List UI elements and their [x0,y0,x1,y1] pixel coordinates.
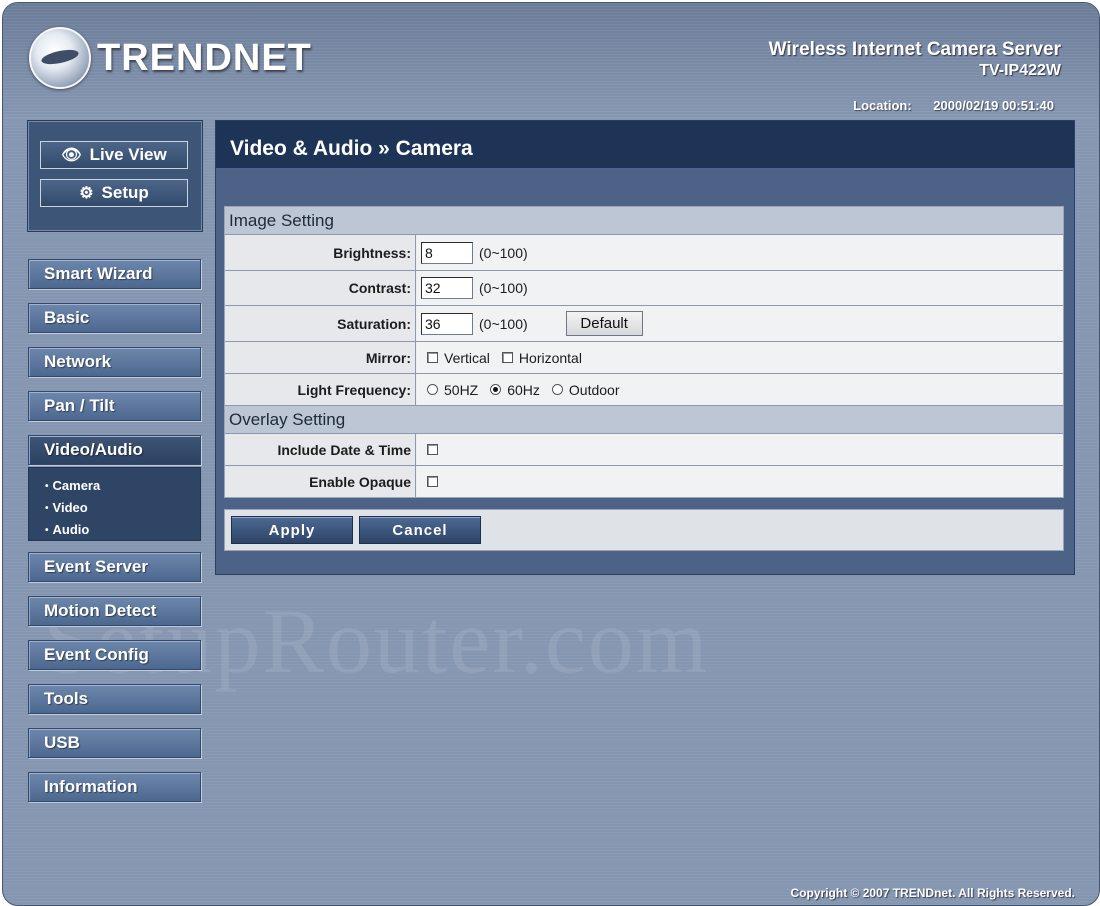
mirror-row: Mirror: Vertical Horizontal [225,342,1063,374]
overlay-setting-header: Overlay Setting [225,406,1063,434]
saturation-range: (0~100) [479,315,528,332]
contrast-range: (0~100) [479,280,528,296]
light-60hz-label: 60Hz [507,381,540,398]
gear-icon: ⚙ [79,185,94,202]
nav-information[interactable]: Information [28,772,201,802]
light-frequency-label: Light Frequency: [225,374,416,405]
saturation-input[interactable] [421,312,473,335]
light-60hz-radio[interactable] [490,384,502,395]
setup-label: Setup [101,183,149,202]
product-title: Wireless Internet Camera Server TV-IP422… [769,39,1061,80]
camera-settings-table: Image Setting Brightness: (0~100) Contra… [224,206,1064,498]
nav-tools[interactable]: Tools [28,684,201,714]
subnav-video[interactable]: Video [45,500,88,515]
nav-event-server[interactable]: Event Server [28,552,201,582]
light-50hz-radio[interactable] [427,384,438,395]
nav-network[interactable]: Network [28,347,201,377]
page-frame: TRENDNET Wireless Internet Camera Server… [2,2,1100,906]
globe-logo-icon [29,27,91,89]
view-selector: 👁 Live View ⚙ Setup [27,120,203,232]
datetime-value: 2000/02/19 00:51:40 [933,98,1054,113]
live-view-label: Live View [89,145,167,164]
date-time-row: Include Date & Time [225,434,1063,466]
brightness-label: Brightness: [225,235,416,270]
light-frequency-row: Light Frequency: 50HZ 60Hz Outdoor [225,374,1063,406]
trendnet-logo: TRENDNET [29,27,329,89]
product-model: TV-IP422W [979,62,1061,79]
video-audio-submenu: Camera Video Audio [28,467,201,541]
live-view-button[interactable]: 👁 Live View [40,141,188,169]
nav-basic[interactable]: Basic [28,303,201,333]
mirror-vertical-checkbox[interactable] [427,352,438,363]
contrast-label: Contrast: [225,271,416,305]
location-label: Location: [853,98,912,113]
opaque-checkbox[interactable] [427,476,438,487]
eye-icon: 👁 [61,147,82,164]
light-outdoor-label: Outdoor [568,381,620,398]
image-setting-header: Image Setting [225,207,1063,235]
nav-usb[interactable]: USB [28,728,201,758]
saturation-label: Saturation: [225,306,416,341]
nav-event-config[interactable]: Event Config [28,640,201,670]
mirror-horizontal-label: Horizontal [518,349,582,366]
opaque-label: Enable Opaque [225,466,416,497]
page-title: Video & Audio » Camera [216,121,1074,169]
nav-video-audio[interactable]: Video/Audio [28,435,201,465]
setup-button[interactable]: ⚙ Setup [40,179,188,207]
nav-pan-tilt[interactable]: Pan / Tilt [28,391,201,421]
product-name: Wireless Internet Camera Server [768,39,1061,60]
date-time-label: Include Date & Time [225,434,416,465]
light-outdoor-radio[interactable] [551,384,563,395]
opaque-row: Enable Opaque [225,466,1063,497]
mirror-label: Mirror: [225,342,416,373]
brightness-input[interactable] [421,241,473,264]
nav-smart-wizard[interactable]: Smart Wizard [28,259,201,289]
apply-button[interactable]: Apply [231,516,353,544]
date-time-checkbox[interactable] [427,444,438,455]
brand-name: TRENDNET [97,37,312,79]
location-info: Location: 2000/02/19 00:51:40 [853,98,1054,113]
saturation-row: Saturation: (0~100) Default [225,306,1063,342]
mirror-vertical-label: Vertical [444,349,490,366]
header: TRENDNET Wireless Internet Camera Server… [3,3,1099,118]
brightness-range: (0~100) [479,244,528,261]
cancel-button[interactable]: Cancel [359,516,481,544]
contrast-row: Contrast: (0~100) [225,271,1063,306]
light-50hz-label: 50HZ [444,381,479,398]
main-panel: Video & Audio » Camera Image Setting Bri… [215,120,1075,575]
action-bar: Apply Cancel [224,509,1064,551]
copyright: Copyright © 2007 TRENDnet. All Rights Re… [790,886,1075,900]
default-button[interactable]: Default [565,311,643,336]
nav-motion-detect[interactable]: Motion Detect [28,596,201,626]
subnav-audio[interactable]: Audio [45,522,90,537]
subnav-camera[interactable]: Camera [45,478,101,493]
contrast-input[interactable] [421,277,473,299]
brightness-row: Brightness: (0~100) [225,235,1063,271]
mirror-horizontal-checkbox[interactable] [501,352,513,363]
